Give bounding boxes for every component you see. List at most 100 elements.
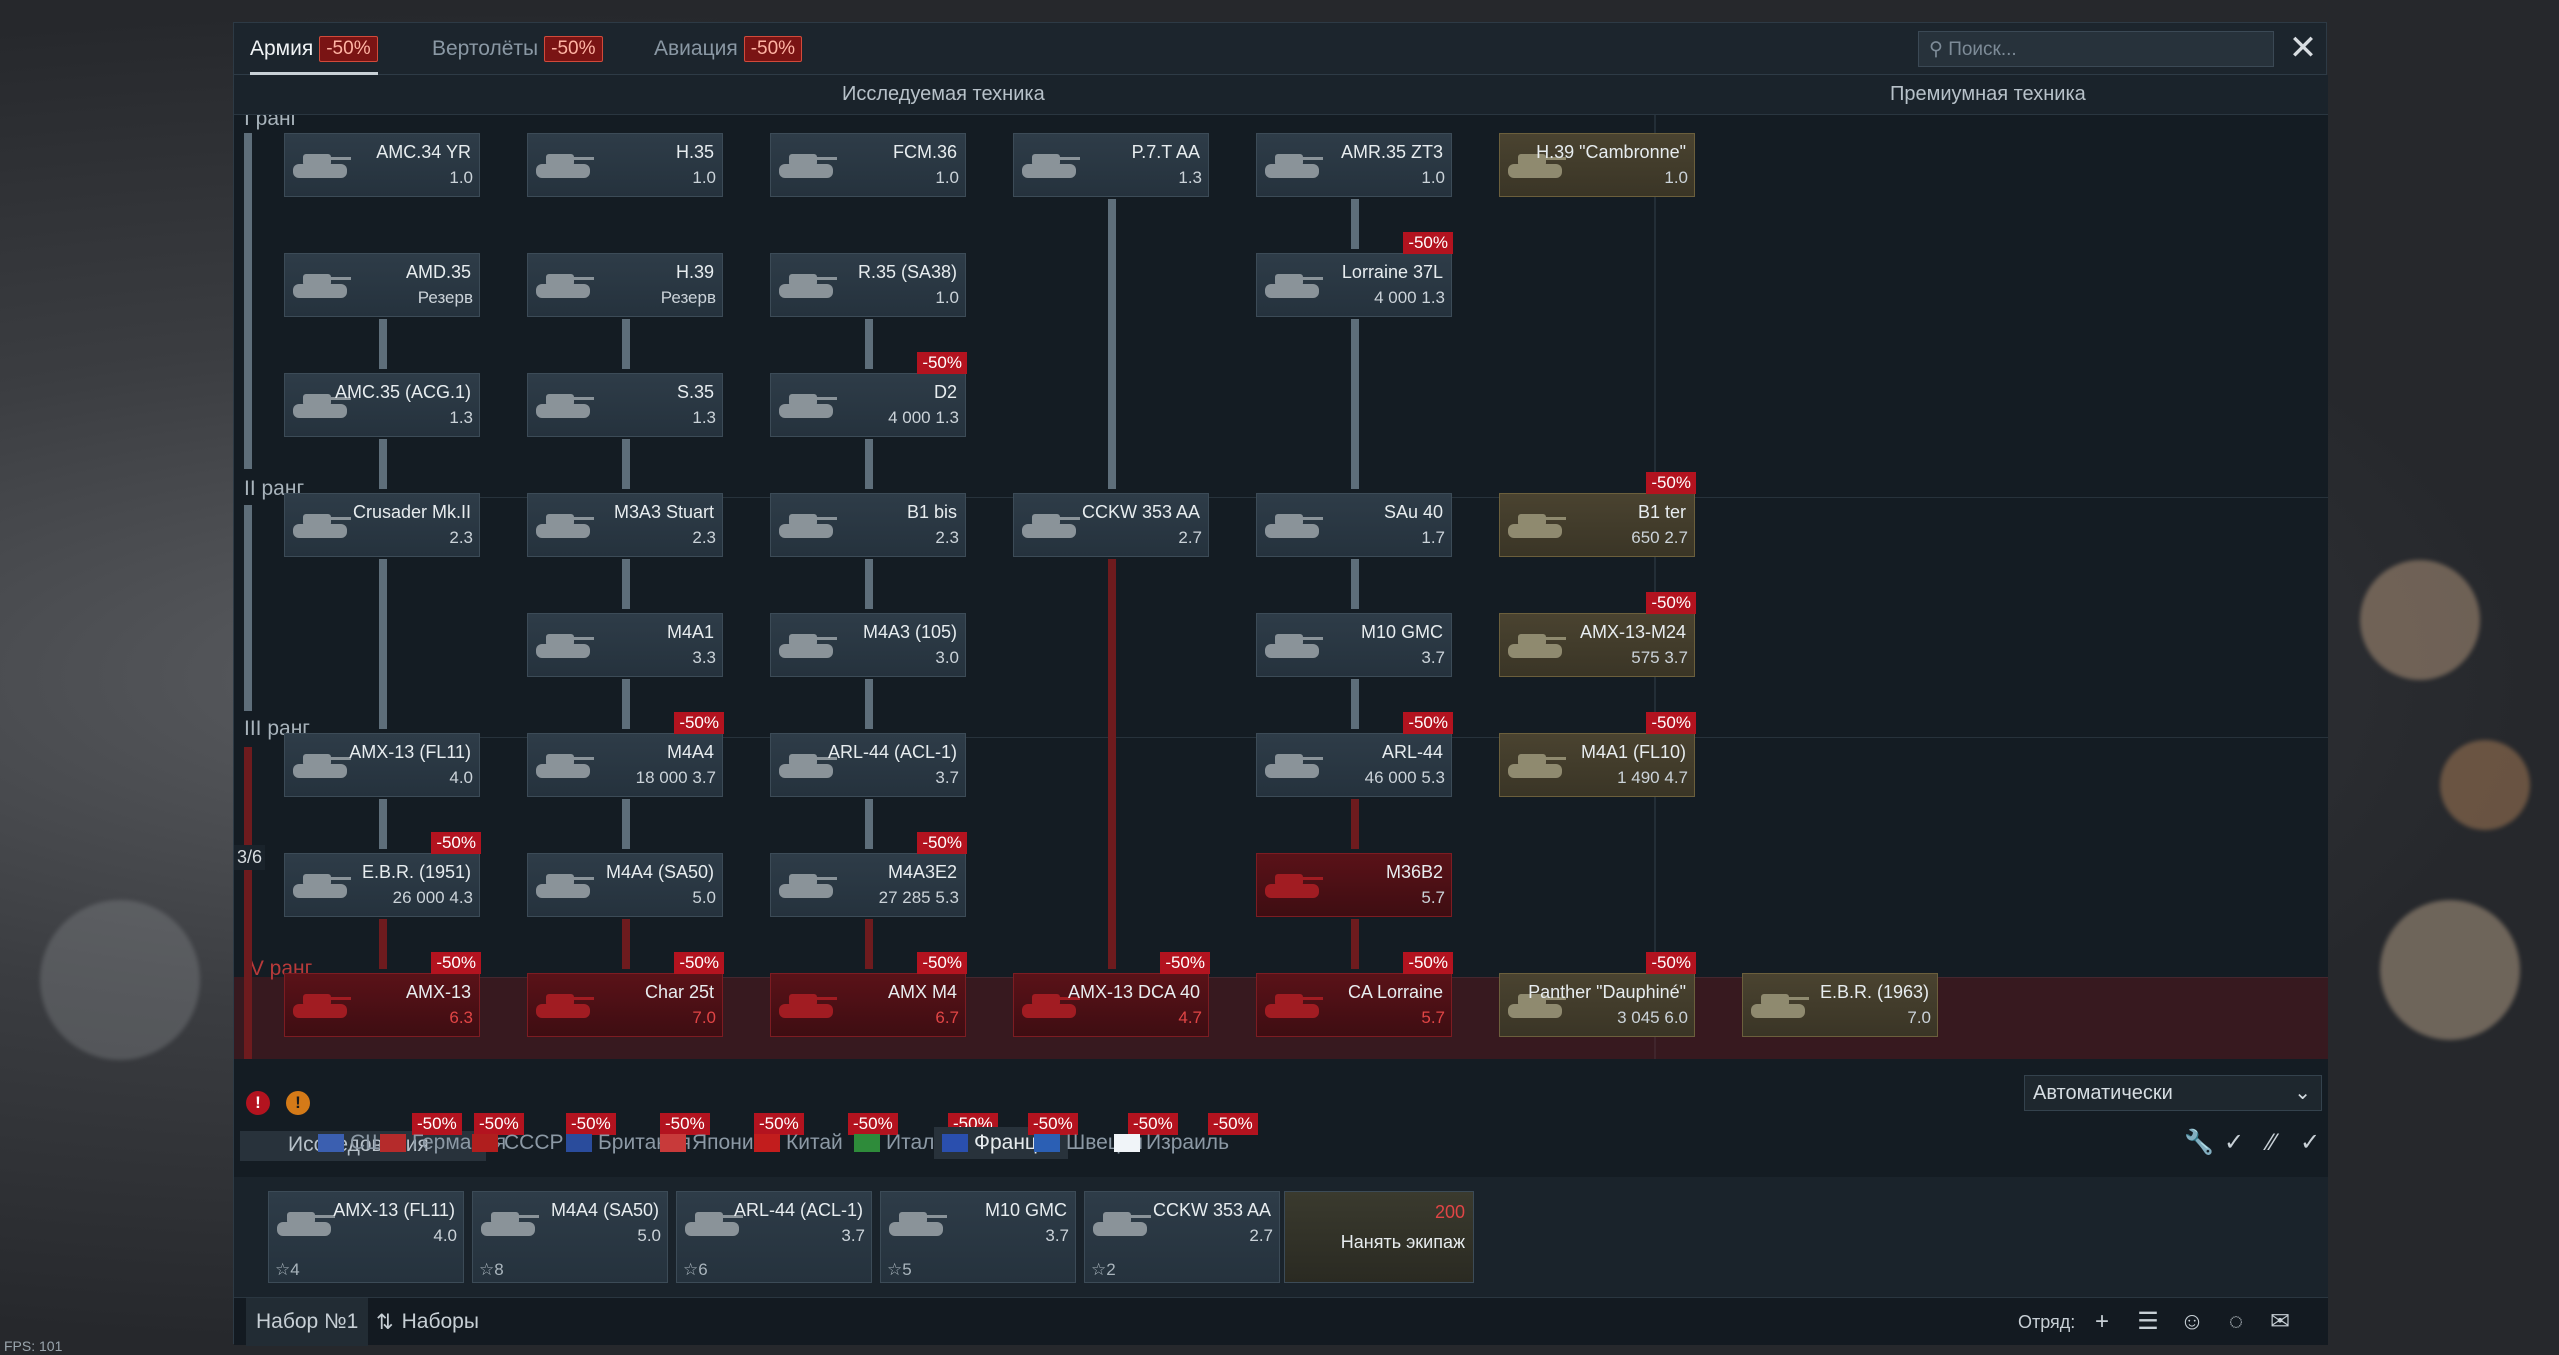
vehicle-card[interactable]: S.35 1.3 xyxy=(527,373,723,437)
discount-badge: -50% xyxy=(1646,472,1696,494)
vehicle-name: AMX-13 (FL11) xyxy=(333,1200,455,1220)
tank-icon xyxy=(779,994,837,1018)
vehicle-card[interactable]: AMX-13-M24 575 3.7 -50% xyxy=(1499,592,1696,677)
battle-rating: 1 490 4.7 xyxy=(1617,768,1688,787)
vehicle-card[interactable]: M4A1 (FL10) 1 490 4.7 -50% xyxy=(1499,712,1696,797)
auto-select-dropdown[interactable]: Автоматически ⌄ xyxy=(2024,1075,2322,1111)
crew-count: ☆8 xyxy=(479,1260,504,1280)
discount-badge: -50% xyxy=(1646,952,1696,974)
check-all-icon[interactable]: ✓ xyxy=(2296,1129,2324,1157)
vehicle-name: AMC.35 (ACG.1) xyxy=(334,382,471,402)
tree-connector xyxy=(1351,559,1359,609)
vehicle-card[interactable]: AMX M4 6.7 -50% xyxy=(770,952,967,1037)
friends-icon[interactable]: ☺ xyxy=(2178,1308,2206,1336)
list-icon[interactable]: ☰ xyxy=(2134,1308,2162,1336)
vehicle-card[interactable]: E.B.R. (1963) 7.0 xyxy=(1742,973,1938,1037)
chevron-down-icon: ⌄ xyxy=(2294,1082,2311,1104)
nation-label: Китай xyxy=(786,1131,843,1154)
vehicle-card[interactable]: H.39 "Cambronne" 1.0 xyxy=(1499,133,1695,197)
close-icon[interactable]: ✕ xyxy=(2284,29,2322,67)
tech-tree[interactable]: I ранг II ранг III ранг IV ранг 3/6 AMC.… xyxy=(234,115,2328,1059)
tab-aviation[interactable]: Авиация -50% xyxy=(654,23,803,75)
nation-tab[interactable]: Китай xyxy=(754,1127,843,1159)
vehicle-card[interactable]: ARL-44 46 000 5.3 -50% xyxy=(1256,712,1453,797)
crew-slot[interactable]: CCKW 353 AA 2.7 ☆2 xyxy=(1084,1191,1280,1283)
plus-icon[interactable]: + xyxy=(2088,1308,2116,1336)
tab-helicopters[interactable]: Вертолёты -50% xyxy=(432,23,603,75)
vehicle-card[interactable]: AMC.35 (ACG.1) 1.3 xyxy=(284,373,480,437)
crew-slot[interactable]: M4A4 (SA50) 5.0 ☆8 xyxy=(472,1191,668,1283)
vehicle-card[interactable]: D2 4 000 1.3 -50% xyxy=(770,352,967,437)
sort-icon: ⇅ xyxy=(376,1310,394,1334)
vehicle-card[interactable]: R.35 (SA38) 1.0 xyxy=(770,253,966,317)
ammo-icon[interactable]: ⁄⁄ xyxy=(2258,1129,2286,1157)
battle-rating: 4.0 xyxy=(449,768,473,787)
tree-connector xyxy=(379,319,387,369)
vehicle-card[interactable]: M36B2 5.7 xyxy=(1256,853,1452,917)
alert-icon[interactable]: ! xyxy=(246,1091,270,1115)
vehicle-card[interactable]: M3A3 Stuart 2.3 xyxy=(527,493,723,557)
tree-connector xyxy=(622,319,630,369)
vehicle-card[interactable]: B1 ter 650 2.7 -50% xyxy=(1499,472,1696,557)
vehicle-card[interactable]: AMD.35 Резерв xyxy=(284,253,480,317)
vehicle-card[interactable]: ARL-44 (ACL-1) 3.7 xyxy=(770,733,966,797)
vehicle-card[interactable]: Char 25t 7.0 -50% xyxy=(527,952,724,1037)
crew-slot[interactable]: ARL-44 (ACL-1) 3.7 ☆6 xyxy=(676,1191,872,1283)
vehicle-card[interactable]: FCM.36 1.0 xyxy=(770,133,966,197)
check-icon[interactable]: ✓ xyxy=(2220,1129,2248,1157)
nation-tab[interactable]: СССР xyxy=(472,1127,564,1159)
vehicle-card[interactable]: M4A4 18 000 3.7 -50% xyxy=(527,712,724,797)
battle-rating: 26 000 4.3 xyxy=(392,888,473,907)
vehicle-card[interactable]: SAu 40 1.7 xyxy=(1256,493,1452,557)
vehicle-card[interactable]: AMX-13 DCA 40 4.7 -50% xyxy=(1013,952,1210,1037)
vehicle-card[interactable]: Lorraine 37L 4 000 1.3 -50% xyxy=(1256,232,1453,317)
vehicle-card[interactable]: M4A3 (105) 3.0 xyxy=(770,613,966,677)
vehicle-card[interactable]: M4A4 (SA50) 5.0 xyxy=(527,853,723,917)
tank-icon xyxy=(1508,514,1566,538)
search-input[interactable]: ⚲ Поиск... xyxy=(1918,31,2274,67)
battle-rating: 1.0 xyxy=(1421,168,1445,187)
vehicle-card[interactable]: AMR.35 ZT3 1.0 xyxy=(1256,133,1452,197)
vehicle-card[interactable]: Crusader Mk.II 2.3 xyxy=(284,493,480,557)
crew-slot[interactable]: AMX-13 (FL11) 4.0 ☆4 xyxy=(268,1191,464,1283)
vehicle-card[interactable]: Panther "Dauphiné" 3 045 6.0 -50% xyxy=(1499,952,1696,1037)
crew-count-value: 6 xyxy=(698,1260,708,1279)
tab-label: Авиация xyxy=(654,37,738,60)
vehicle-card[interactable]: M4A3E2 27 285 5.3 -50% xyxy=(770,832,967,917)
vehicle-card[interactable]: H.39 Резерв xyxy=(527,253,723,317)
vehicle-card[interactable]: M10 GMC 3.7 xyxy=(1256,613,1452,677)
vehicle-name: AMC.34 YR xyxy=(376,142,471,162)
vehicle-card[interactable]: AMX-13 (FL11) 4.0 xyxy=(284,733,480,797)
tree-connector xyxy=(1351,799,1359,849)
tank-icon xyxy=(536,154,594,178)
tank-icon xyxy=(1265,634,1323,658)
vehicle-card[interactable]: P.7.T AA 1.3 xyxy=(1013,133,1209,197)
vehicle-card[interactable]: B1 bis 2.3 xyxy=(770,493,966,557)
tank-icon xyxy=(1265,274,1323,298)
warning-icon[interactable]: ! xyxy=(286,1091,310,1115)
battle-rating: 1.0 xyxy=(449,168,473,187)
battle-rating: 2.3 xyxy=(692,528,716,547)
battle-rating: 5.7 xyxy=(1421,888,1445,907)
wrench-icon[interactable]: 🔧 xyxy=(2184,1129,2214,1157)
vehicle-card[interactable]: AMX-13 6.3 -50% xyxy=(284,952,481,1037)
vehicle-card[interactable]: CA Lorraine 5.7 -50% xyxy=(1256,952,1453,1037)
chat-icon[interactable]: ◌ xyxy=(2222,1308,2250,1336)
vehicle-card[interactable]: E.B.R. (1951) 26 000 4.3 -50% xyxy=(284,832,481,917)
preset-button[interactable]: Набор №1 xyxy=(246,1298,369,1346)
nation-tab[interactable]: Япония xyxy=(660,1127,765,1159)
tank-icon xyxy=(779,394,837,418)
crew-slot[interactable]: M10 GMC 3.7 ☆5 xyxy=(880,1191,1076,1283)
vehicle-card[interactable]: AMC.34 YR 1.0 xyxy=(284,133,480,197)
hire-crew-button[interactable]: 200 Нанять экипаж xyxy=(1284,1191,1474,1283)
vehicle-card[interactable]: H.35 1.0 xyxy=(527,133,723,197)
vehicle-name: Char 25t xyxy=(644,982,714,1002)
mail-icon[interactable]: ✉ xyxy=(2266,1308,2294,1336)
presets-button[interactable]: ⇅ Наборы xyxy=(376,1298,479,1346)
tab-label: Вертолёты xyxy=(432,37,539,60)
vehicle-name: M3A3 Stuart xyxy=(613,502,714,522)
vehicle-card[interactable]: CCKW 353 AA 2.7 xyxy=(1013,493,1209,557)
tab-army[interactable]: Армия -50% xyxy=(250,23,378,75)
vehicle-card[interactable]: M4A1 3.3 xyxy=(527,613,723,677)
discount-badge: -50% xyxy=(674,952,724,974)
